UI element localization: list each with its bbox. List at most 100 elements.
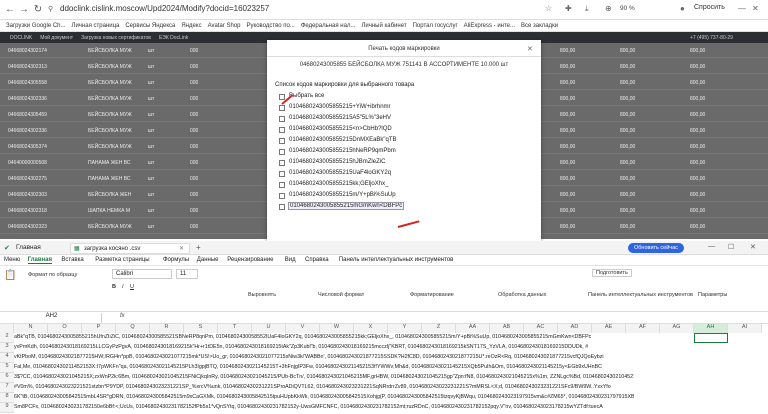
minimize-icon[interactable]: — (708, 243, 715, 250)
bookmark-item[interactable]: Личная страница (72, 23, 120, 29)
corner-cell[interactable] (0, 324, 14, 333)
file-tab[interactable]: ▦ загрузка косяно .csv ✕ (70, 243, 190, 254)
app-header-item[interactable]: Мой документ (40, 35, 73, 41)
checkbox[interactable] (279, 171, 285, 177)
bookmark-item[interactable]: Сервисы Яндекса (125, 23, 175, 29)
column-header[interactable]: AH (694, 324, 728, 333)
font-size-select[interactable]: 11 (176, 269, 198, 279)
menu-item-0[interactable]: Меню (4, 257, 20, 263)
column-header[interactable]: W (320, 324, 354, 333)
row-header[interactable]: 7 (0, 383, 14, 393)
checkbox[interactable] (279, 127, 285, 133)
bookmark-item[interactable]: Личный кабинет (361, 23, 406, 29)
tab-home[interactable]: Главная (16, 244, 41, 251)
underline-icon[interactable]: U (130, 284, 134, 290)
column-header[interactable]: Q (116, 324, 150, 333)
column-header[interactable]: AC (524, 324, 558, 333)
column-header[interactable]: N (14, 324, 48, 333)
code-item[interactable]: 0104680243005855215DnMXEaBk"qTB (289, 137, 397, 143)
number-format-button[interactable]: Числовой формат (318, 292, 364, 298)
row-cell[interactable]: Sm8PCFx, 01046802430231782150e6bBf:<;UcU… (14, 404, 634, 414)
fx-icon[interactable]: fx (120, 313, 125, 319)
formatting-button[interactable]: Форматирование (410, 292, 454, 298)
app-header-item[interactable]: ЕЭК DocLink (159, 35, 188, 41)
column-header[interactable]: O (48, 324, 82, 333)
present-button[interactable]: Подготовить (592, 269, 632, 277)
row-cell[interactable]: vKtPboM, 0104680243021877215HW;/RGl4n*pp… (14, 354, 634, 364)
bookmark-star-icon[interactable]: ☆ (545, 4, 552, 13)
format-painter-button[interactable]: Формат по образцу (28, 272, 77, 278)
checkbox[interactable] (279, 149, 285, 155)
zoom-level[interactable]: 90 % (620, 5, 635, 12)
code-item[interactable]: 0104680243005855215UaF4loGKY2q (289, 170, 391, 176)
bold-icon[interactable]: B (112, 284, 116, 290)
code-item[interactable]: 0104680243005855215<n>CbHb?lQD (289, 126, 392, 132)
italic-icon[interactable]: I (122, 284, 124, 290)
bookmark-item[interactable]: AliExpress - инте... (464, 23, 515, 29)
selected-cell[interactable] (694, 333, 728, 343)
address-bar[interactable]: ddoclink.cislink.moscow/Upd2024/Modify?d… (60, 4, 269, 13)
column-header[interactable]: Z (422, 324, 456, 333)
bookmark-item[interactable]: Все закладки (521, 23, 558, 29)
row-cell[interactable]: 3$?CC, 0104680243021045215X;zxWnP2k:6Bm,… (14, 374, 634, 384)
zoom-icon[interactable]: ⊕ (605, 4, 612, 13)
maximize-icon[interactable]: ☐ (728, 243, 734, 251)
app-header-item[interactable]: DOCLINK (10, 35, 32, 41)
column-header[interactable]: V (286, 324, 320, 333)
menu-item-5[interactable]: Данные (197, 257, 219, 263)
code-item[interactable]: 0104680243005855215+YiW+ibrhnmr (289, 104, 391, 110)
menu-item-7[interactable]: Вид (285, 257, 296, 263)
row-header[interactable]: 4 (0, 353, 14, 363)
new-tab-icon[interactable]: + (196, 243, 201, 252)
close-icon[interactable]: ✕ (750, 243, 756, 251)
column-header[interactable]: U (252, 324, 286, 333)
checkbox[interactable] (279, 160, 285, 166)
menu-item-1[interactable]: Главная (27, 257, 52, 264)
site-info-icon[interactable]: ⚲ (48, 5, 53, 13)
menu-item-3[interactable]: Разметка страницы (95, 257, 149, 263)
column-header[interactable]: AE (592, 324, 626, 333)
close-icon[interactable]: ✕ (752, 4, 759, 13)
align-button[interactable]: Выровнять (248, 292, 276, 298)
column-header[interactable]: P (82, 324, 116, 333)
bookmark-item[interactable]: Avatar Shop (208, 23, 241, 29)
font-select[interactable]: Calibri (112, 269, 172, 279)
column-header[interactable]: S (184, 324, 218, 333)
checkbox[interactable] (279, 204, 285, 210)
checkbox[interactable] (279, 182, 285, 188)
code-item[interactable]: 0104680243005855215A5"5L%"3eHV (289, 115, 391, 121)
checkbox[interactable] (279, 116, 285, 122)
row-cell[interactable]: yvPmKdh, 0104680243018169215LLCGyPzPgvA,… (14, 344, 634, 354)
name-box[interactable]: AH2 (2, 313, 102, 323)
forward-icon[interactable]: → (18, 4, 30, 16)
checkbox[interactable] (279, 138, 285, 144)
checkbox[interactable] (279, 94, 285, 100)
row-cell[interactable]: Fal,Me, 01046802430211452153X:I7pWKFn"qa… (14, 364, 634, 374)
menu-item-6[interactable]: Рецензирование (227, 257, 273, 263)
column-header[interactable]: Y (388, 324, 422, 333)
column-header[interactable]: AD (558, 324, 592, 333)
menu-item-2[interactable]: Вставка (61, 257, 83, 263)
code-item[interactable]: 0104680243005855215hJBmZleZiC (289, 159, 385, 165)
checkbox[interactable] (279, 105, 285, 111)
row-header[interactable]: 2 (0, 333, 14, 343)
row-cell[interactable]: 6K"tB, 0104680243005842515mbL4SR*gDRN, 0… (14, 394, 634, 404)
smart-panel-button[interactable]: Панель интеллектуальных инструментов (588, 292, 693, 298)
menu-item-9[interactable]: Панель интеллектуальных инструментов (339, 257, 454, 263)
row-header[interactable]: 9 (0, 403, 14, 413)
column-header[interactable]: X (354, 324, 388, 333)
column-header[interactable]: AG (660, 324, 694, 333)
close-icon[interactable]: ✕ (527, 45, 533, 53)
bookmark-item[interactable]: Портал госуслуг (413, 23, 458, 29)
ask-button[interactable]: Спросить (694, 4, 725, 11)
back-icon[interactable]: ← (4, 4, 16, 16)
column-header[interactable]: AB (490, 324, 524, 333)
extensions-icon[interactable]: ✚ (565, 4, 572, 13)
bookmark-item[interactable]: Федеральная нал... (301, 23, 356, 29)
column-header[interactable]: R (150, 324, 184, 333)
bookmark-item[interactable]: Руководство по... (247, 23, 295, 29)
download-icon[interactable]: ⤓ (585, 4, 589, 14)
menu-item-4[interactable]: Формулы (163, 257, 189, 263)
profile-icon[interactable]: ● (680, 4, 685, 13)
code-item[interactable]: 0104680243005855215hNeRP9qmPbm (289, 148, 396, 154)
